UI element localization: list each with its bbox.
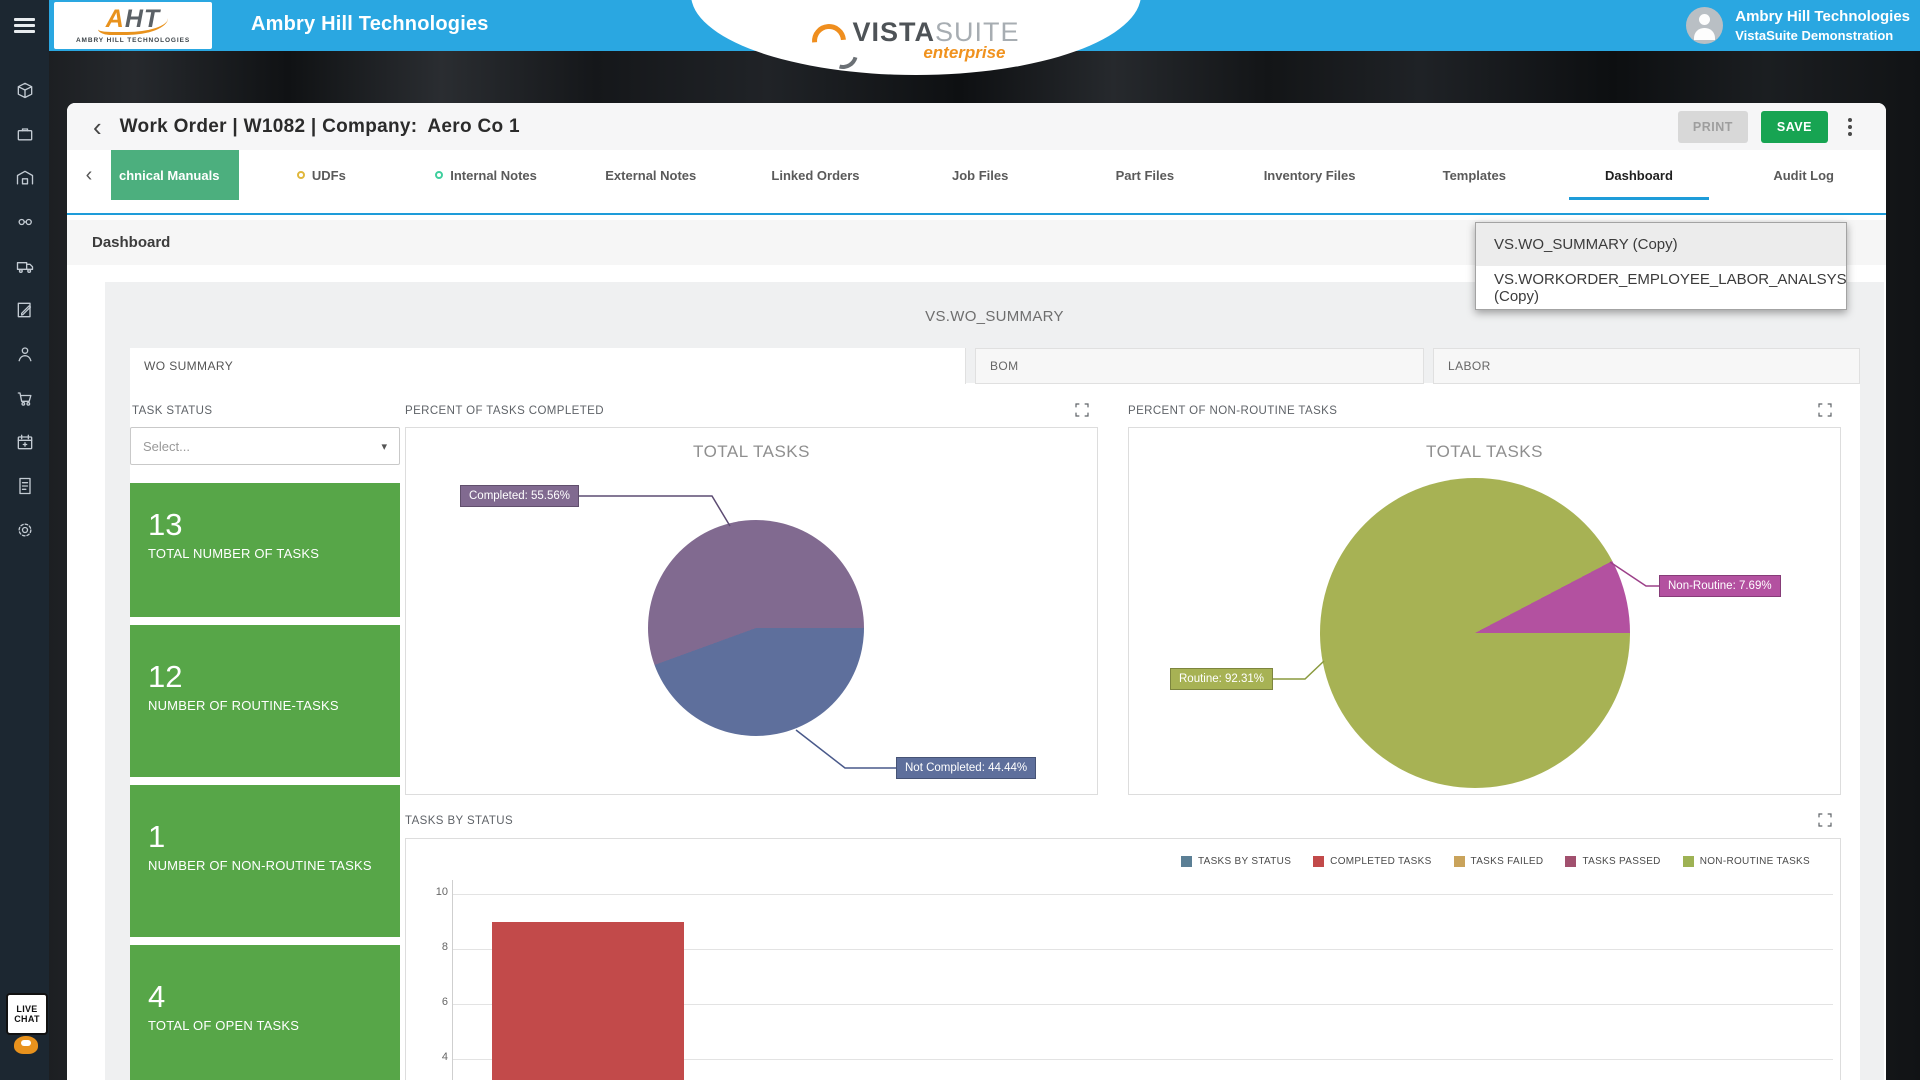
dropdown-item-labor-analysis[interactable]: VS.WORKORDER_EMPLOYEE_LABOR_ANALSYS (Cop… xyxy=(1476,266,1846,309)
tab-job-files[interactable]: Job Files xyxy=(898,150,1063,200)
live-chat-button[interactable]: LIVE CHAT xyxy=(6,993,48,1035)
truck-icon[interactable] xyxy=(0,244,49,288)
task-status-label: TASK STATUS xyxy=(132,405,212,417)
percent-non-routine-label: PERCENT OF NON-ROUTINE TASKS xyxy=(1128,405,1337,417)
expand-icon[interactable] xyxy=(1817,812,1833,828)
live-chat-mascot-icon xyxy=(14,1036,38,1054)
tab-inventory-files[interactable]: Inventory Files xyxy=(1227,150,1392,200)
work-order-company: Aero Co 1 xyxy=(427,116,519,138)
kpi-total-tasks: 13 TOTAL NUMBER OF TASKS xyxy=(130,483,400,617)
wo-summary-card: WO SUMMARY BOM LABOR TASK STATUS Select.… xyxy=(130,348,1860,1080)
tab-templates[interactable]: Templates xyxy=(1392,150,1557,200)
udfs-dot-icon xyxy=(297,171,305,179)
aht-logo: AHT AMBRY HILL TECHNOLOGIES xyxy=(54,2,212,49)
more-options-icon[interactable] xyxy=(1842,114,1858,140)
print-button[interactable]: PRINT xyxy=(1678,111,1748,143)
settings-icon[interactable] xyxy=(0,508,49,552)
pie1-title: TOTAL TASKS xyxy=(406,442,1097,462)
internal-notes-dot-icon xyxy=(435,171,443,179)
chevron-down-icon: ▾ xyxy=(381,440,387,453)
tab-linked-orders[interactable]: Linked Orders xyxy=(733,150,898,200)
legend-non-routine-tasks[interactable]: NON-ROUTINE TASKS xyxy=(1683,856,1810,867)
kpi-non-routine-tasks: 1 NUMBER OF NON-ROUTINE TASKS xyxy=(130,785,400,937)
technician-icon[interactable] xyxy=(0,332,49,376)
tasks-by-status-label: TASKS BY STATUS xyxy=(405,815,513,827)
non-routine-pie xyxy=(1320,478,1630,788)
work-order-tabstrip: ‹ chnical Manuals UDFs Internal Notes Ex… xyxy=(67,150,1886,215)
subtab-bom[interactable]: BOM xyxy=(975,348,1424,384)
cart-icon[interactable] xyxy=(0,376,49,420)
tab-part-files[interactable]: Part Files xyxy=(1063,150,1228,200)
tab-technical-manuals[interactable]: chnical Manuals xyxy=(111,150,239,200)
work-order-title: Work Order | W1082 | Company: xyxy=(120,116,418,138)
dashboard-select-dropdown: VS.WO_SUMMARY (Copy) VS.WORKORDER_EMPLOY… xyxy=(1475,222,1847,310)
expand-icon[interactable] xyxy=(1074,402,1090,418)
dashboard-name: VS.WO_SUMMARY xyxy=(105,308,1884,325)
user-subtitle: VistaSuite Demonstration xyxy=(1735,28,1910,43)
user-org: Ambry Hill Technologies xyxy=(1735,8,1910,25)
y-axis-line xyxy=(452,880,453,1080)
subtab-wo-summary[interactable]: WO SUMMARY xyxy=(130,348,966,384)
kpi-open-tasks: 4 TOTAL OF OPEN TASKS xyxy=(130,945,400,1080)
vistasuite-swoosh-icon xyxy=(806,17,854,65)
menu-icon[interactable] xyxy=(14,18,35,33)
kpi-routine-tasks: 12 NUMBER OF ROUTINE-TASKS xyxy=(130,625,400,777)
tab-dashboard[interactable]: Dashboard xyxy=(1557,150,1722,200)
avatar xyxy=(1686,7,1723,44)
legend-tasks-failed[interactable]: TASKS FAILED xyxy=(1454,856,1544,867)
tab-audit-log[interactable]: Audit Log xyxy=(1721,150,1886,200)
tab-external-notes[interactable]: External Notes xyxy=(568,150,733,200)
left-sidebar: LIVE CHAT xyxy=(0,0,49,1080)
aht-logo-subtext: AMBRY HILL TECHNOLOGIES xyxy=(76,37,190,44)
work-order-edit-icon[interactable] xyxy=(0,288,49,332)
user-profile[interactable]: Ambry Hill Technologies VistaSuite Demon… xyxy=(1686,7,1910,44)
live-chat-label-1: LIVE xyxy=(16,1004,37,1014)
app-title: Ambry Hill Technologies xyxy=(251,13,489,36)
gridline xyxy=(452,894,1833,895)
ytick-10: 10 xyxy=(418,886,448,898)
dropdown-item-wo-summary[interactable]: VS.WO_SUMMARY (Copy) xyxy=(1476,223,1846,266)
select-placeholder: Select... xyxy=(143,439,190,454)
tab-scroll-left-icon[interactable]: ‹ xyxy=(67,150,111,200)
legend-tasks-passed[interactable]: TASKS PASSED xyxy=(1565,856,1660,867)
schedule-icon[interactable] xyxy=(0,420,49,464)
vistasuite-edition: enterprise xyxy=(923,43,1019,63)
live-chat-label-2: CHAT xyxy=(14,1014,40,1024)
callout-routine: Routine: 92.31% xyxy=(1170,668,1273,690)
ytick-4: 4 xyxy=(418,1051,448,1063)
bar-chart-legend: TASKS BY STATUS COMPLETED TASKS TASKS FA… xyxy=(1181,856,1810,867)
tasks-completed-pie xyxy=(648,520,864,736)
briefcase-icon[interactable] xyxy=(0,112,49,156)
legend-completed-tasks[interactable]: COMPLETED TASKS xyxy=(1313,856,1431,867)
report-icon[interactable] xyxy=(0,464,49,508)
completed-tasks-bar xyxy=(492,922,684,1080)
callout-not-completed: Not Completed: 44.44% xyxy=(896,757,1036,779)
percent-tasks-completed-label: PERCENT OF TASKS COMPLETED xyxy=(405,405,604,417)
task-status-select[interactable]: Select... ▾ xyxy=(130,427,400,465)
machines-icon[interactable] xyxy=(0,200,49,244)
tab-udfs[interactable]: UDFs xyxy=(239,150,404,200)
tab-internal-notes[interactable]: Internal Notes xyxy=(404,150,569,200)
dashboard-area: VS.WO_SUMMARY WO SUMMARY BOM LABOR TASK … xyxy=(105,282,1884,1080)
ytick-8: 8 xyxy=(418,941,448,953)
work-order-titlebar: ‹ Work Order | W1082 | Company: Aero Co … xyxy=(67,103,1886,150)
subtab-labor[interactable]: LABOR xyxy=(1433,348,1860,384)
save-button[interactable]: SAVE xyxy=(1761,111,1828,143)
expand-icon[interactable] xyxy=(1817,402,1833,418)
aht-acronym: AHT xyxy=(98,7,168,35)
warehouse-icon[interactable] xyxy=(0,156,49,200)
back-chevron-icon[interactable]: ‹ xyxy=(93,117,102,137)
pie2-title: TOTAL TASKS xyxy=(1129,442,1840,462)
legend-tasks-by-status[interactable]: TASKS BY STATUS xyxy=(1181,856,1291,867)
page-title: Dashboard xyxy=(92,234,170,251)
ytick-6: 6 xyxy=(418,996,448,1008)
callout-completed: Completed: 55.56% xyxy=(460,485,579,507)
parts-box-icon[interactable] xyxy=(0,68,49,112)
callout-non-routine: Non-Routine: 7.69% xyxy=(1659,575,1781,597)
